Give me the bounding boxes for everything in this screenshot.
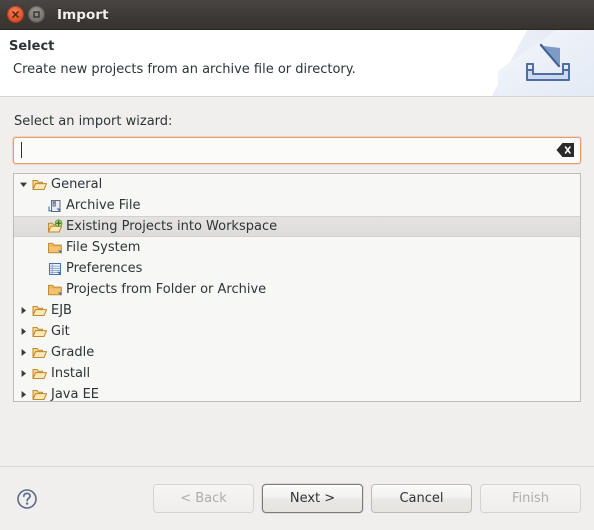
page-title: Select xyxy=(9,39,55,54)
tree-item-file-system[interactable]: File System xyxy=(14,237,580,258)
tree-item-label: Git xyxy=(51,324,70,339)
back-button: < Back xyxy=(153,484,254,513)
maximize-icon[interactable] xyxy=(28,6,45,23)
chevron-right-icon[interactable] xyxy=(16,348,31,357)
tree-item-ejb[interactable]: EJB xyxy=(14,300,580,321)
tree-item-projects-from-folder-or-archive[interactable]: Projects from Folder or Archive xyxy=(14,279,580,300)
tree-item-existing-projects-into-workspace[interactable]: Existing Projects into Workspace xyxy=(14,216,580,237)
tree-item-label: Projects from Folder or Archive xyxy=(66,282,267,297)
tree-item-git[interactable]: Git xyxy=(14,321,580,342)
tree-item-label: Existing Projects into Workspace xyxy=(66,219,278,234)
search-input[interactable] xyxy=(14,139,580,162)
footer-button-group: < Back Next > Cancel Finish xyxy=(153,484,581,513)
tree-item-general[interactable]: General xyxy=(14,174,580,195)
chevron-right-icon[interactable] xyxy=(16,327,31,336)
tree-item-java-ee[interactable]: Java EE xyxy=(14,384,580,402)
import-wizard-label: Select an import wizard: xyxy=(14,114,173,129)
tree-item-label: Archive File xyxy=(66,198,141,213)
dialog-footer: < Back Next > Cancel Finish xyxy=(0,466,594,530)
tree-item-gradle[interactable]: Gradle xyxy=(14,342,580,363)
import-wizard-icon xyxy=(519,42,577,88)
file-system-folder-icon xyxy=(46,240,63,256)
tree-item-label: Java EE xyxy=(51,387,100,402)
folder-open-icon xyxy=(31,345,48,361)
tree-item-label: Preferences xyxy=(66,261,143,276)
import-dialog-window: Import Select Create new projects from a… xyxy=(0,0,594,530)
next-button[interactable]: Next > xyxy=(262,484,363,513)
tree-item-label: EJB xyxy=(51,303,72,318)
clear-icon[interactable] xyxy=(556,142,575,158)
file-system-folder-icon xyxy=(46,282,63,298)
dialog-body: Select an import wizard: General Archive … xyxy=(0,97,594,466)
import-projects-icon xyxy=(46,218,63,235)
tree-item-label: General xyxy=(51,177,103,192)
text-caret xyxy=(21,142,22,158)
search-field-container xyxy=(13,137,581,164)
archive-file-icon xyxy=(46,198,63,214)
chevron-down-icon[interactable] xyxy=(16,180,31,189)
title-bar: Import xyxy=(0,0,594,30)
window-title: Import xyxy=(57,6,109,23)
tree-item-install[interactable]: Install xyxy=(14,363,580,384)
folder-open-icon xyxy=(31,303,48,319)
wizard-header: Select Create new projects from an archi… xyxy=(0,30,594,97)
import-wizard-tree[interactable]: General Archive File Existing Projects int… xyxy=(13,173,581,402)
finish-button: Finish xyxy=(480,484,581,513)
folder-open-icon xyxy=(31,387,48,402)
chevron-right-icon[interactable] xyxy=(16,306,31,315)
close-icon[interactable] xyxy=(7,6,24,23)
tree-item-label: File System xyxy=(66,240,141,255)
folder-open-icon xyxy=(31,366,48,382)
page-description: Create new projects from an archive file… xyxy=(13,62,356,77)
tree-item-preferences[interactable]: Preferences xyxy=(14,258,580,279)
chevron-right-icon[interactable] xyxy=(16,369,31,378)
folder-open-icon xyxy=(31,324,48,340)
preferences-icon xyxy=(46,261,63,277)
tree-item-archive-file[interactable]: Archive File xyxy=(14,195,580,216)
folder-open-icon xyxy=(31,177,48,193)
help-icon[interactable] xyxy=(16,488,38,510)
tree-item-label: Install xyxy=(51,366,91,381)
tree-item-label: Gradle xyxy=(51,345,95,360)
chevron-right-icon[interactable] xyxy=(16,390,31,399)
cancel-button[interactable]: Cancel xyxy=(371,484,472,513)
